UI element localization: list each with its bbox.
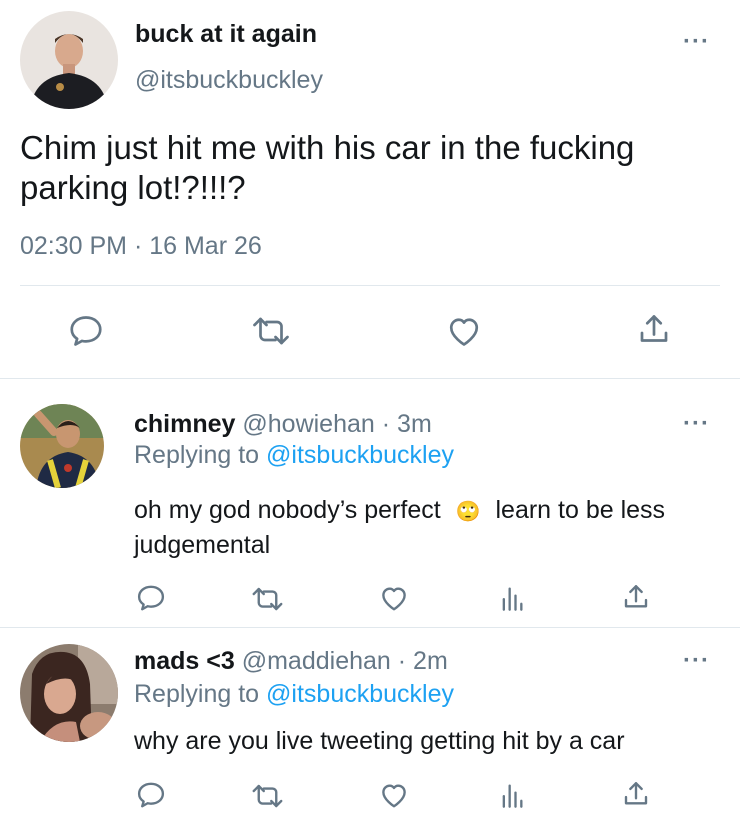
replying-to: Replying to @itsbuckbuckley <box>134 440 454 470</box>
replying-to-link[interactable]: @itsbuckbuckley <box>266 441 454 469</box>
share-icon[interactable] <box>636 311 672 349</box>
avatar-chimney[interactable] <box>20 404 104 488</box>
reply-text: why are you live tweeting getting hit by… <box>134 727 625 755</box>
reply-icon[interactable] <box>136 583 166 613</box>
divider <box>20 285 720 286</box>
analytics-icon[interactable] <box>499 584 525 612</box>
reply-icon[interactable] <box>68 313 104 349</box>
divider <box>0 378 740 379</box>
reply-text: oh my god nobody’s perfect 🙄 learn to be… <box>134 494 694 562</box>
replying-to: Replying to @itsbuckbuckley <box>134 679 454 709</box>
more-options-button[interactable]: ··· <box>683 649 710 673</box>
more-options-button[interactable]: ··· <box>683 412 710 436</box>
more-options-button[interactable]: ··· <box>683 30 710 54</box>
analytics-icon[interactable] <box>499 781 525 809</box>
display-name[interactable]: buck at it again <box>135 19 317 49</box>
replying-to-label: Replying to <box>134 441 260 469</box>
like-icon[interactable] <box>445 313 483 349</box>
tweet-timestamp[interactable]: 02:30 PM · 16 Mar 26 <box>20 231 262 261</box>
tweet-text: Chim just hit me with his car in the fuc… <box>20 129 635 206</box>
timestamp[interactable]: · 2m <box>398 647 448 675</box>
handle[interactable]: @itsbuckbuckley <box>135 65 323 95</box>
reply-icon[interactable] <box>136 780 166 810</box>
display-name[interactable]: chimney <box>134 410 235 438</box>
replying-to-link[interactable]: @itsbuckbuckley <box>266 680 454 708</box>
replying-to-label: Replying to <box>134 680 260 708</box>
handle[interactable]: @howiehan <box>242 410 374 438</box>
like-icon[interactable] <box>378 780 410 810</box>
timestamp[interactable]: · 3m <box>382 410 432 438</box>
avatar-buck[interactable] <box>20 11 118 109</box>
share-icon[interactable] <box>621 582 651 613</box>
divider <box>0 627 740 628</box>
retweet-icon[interactable] <box>250 313 292 349</box>
like-icon[interactable] <box>378 583 410 613</box>
reply-text-part: oh my god nobody’s perfect <box>134 496 441 524</box>
reply-header: chimney @howiehan · 3m <box>134 409 432 439</box>
retweet-icon[interactable] <box>250 584 285 614</box>
retweet-icon[interactable] <box>250 781 285 811</box>
handle[interactable]: @maddiehan <box>242 647 391 675</box>
eye-roll-emoji: 🙄 <box>455 501 481 523</box>
avatar-mads[interactable] <box>20 644 118 742</box>
display-name[interactable]: mads <3 <box>134 647 235 675</box>
share-icon[interactable] <box>621 779 651 810</box>
reply-header: mads <3 @maddiehan · 2m <box>134 646 448 676</box>
